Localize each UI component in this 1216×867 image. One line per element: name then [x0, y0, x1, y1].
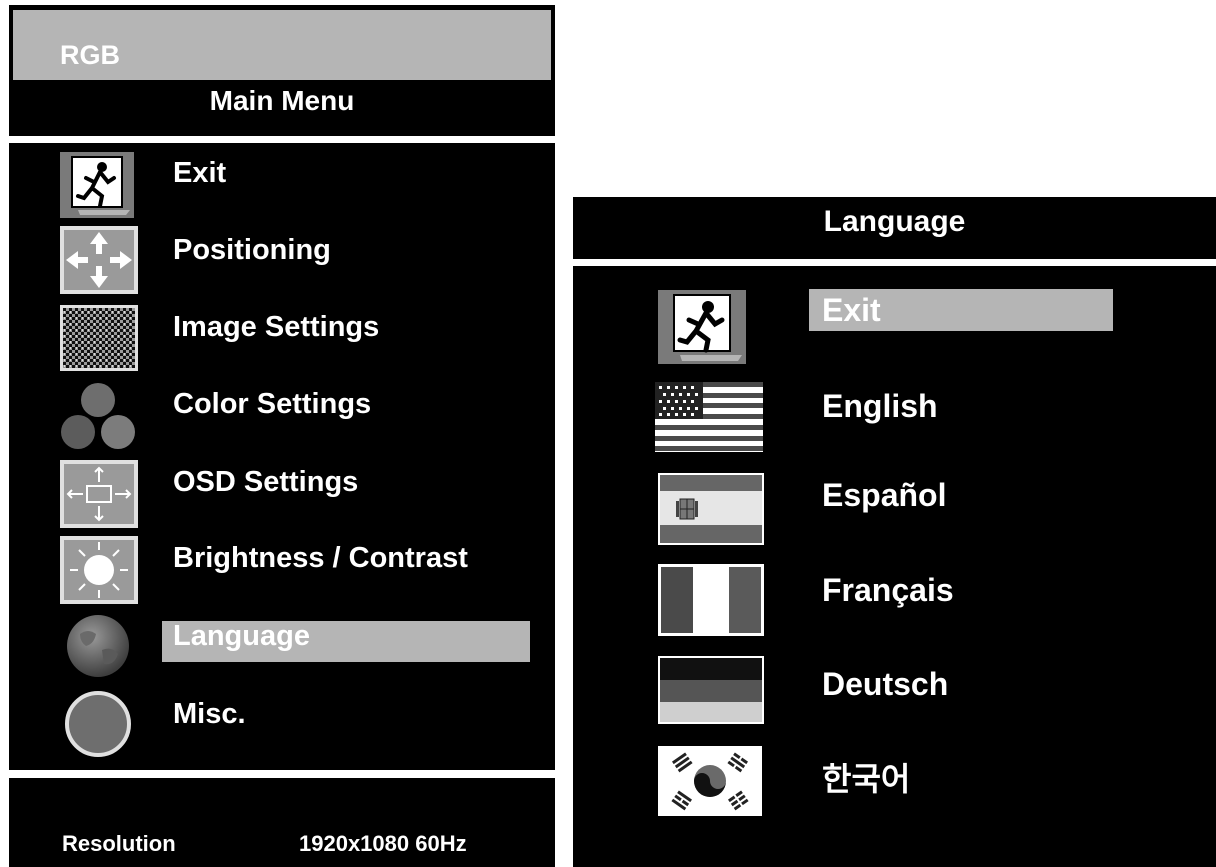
- language-item-francais[interactable]: Français: [658, 564, 1128, 636]
- language-item-korean[interactable]: 한국어: [658, 746, 1128, 818]
- spain-flag-icon: [658, 473, 764, 545]
- language-label: Deutsch: [822, 666, 949, 702]
- menu-item-label: Image Settings: [173, 311, 380, 343]
- france-flag-icon: [658, 564, 764, 636]
- globe-icon: [66, 614, 130, 678]
- misc-circle-icon: [64, 690, 132, 758]
- menu-item-brightness-contrast[interactable]: Brightness / Contrast: [60, 536, 540, 604]
- language-item-deutsch[interactable]: Deutsch: [658, 656, 1128, 728]
- main-menu-title: Main Menu: [209, 85, 355, 116]
- resolution-value: 1920x1080 60Hz: [299, 831, 467, 856]
- image-settings-icon: [60, 305, 138, 371]
- menu-item-label: Misc.: [173, 698, 246, 730]
- positioning-icon: [60, 226, 138, 294]
- korea-flag-icon: [658, 746, 762, 816]
- resolution-label: Resolution: [62, 831, 176, 856]
- brightness-icon: [60, 536, 138, 604]
- menu-item-label: Brightness / Contrast: [173, 542, 468, 574]
- menu-item-image-settings[interactable]: Image Settings: [60, 305, 540, 373]
- menu-item-positioning[interactable]: Positioning: [60, 226, 540, 294]
- menu-item-label: Language: [173, 620, 310, 652]
- exit-icon: [60, 152, 134, 218]
- language-label: Français: [822, 572, 954, 608]
- language-menu-title: Language: [823, 205, 966, 238]
- osd-settings-icon: [60, 460, 138, 528]
- menu-item-label: Positioning: [173, 234, 331, 266]
- menu-item-label: Exit: [173, 157, 227, 189]
- color-settings-icon: [60, 382, 136, 450]
- language-label: English: [822, 388, 938, 424]
- menu-item-exit[interactable]: Exit: [60, 152, 540, 220]
- menu-item-color-settings[interactable]: Color Settings: [60, 382, 540, 450]
- menu-item-osd-settings[interactable]: OSD Settings: [60, 460, 540, 528]
- menu-item-language[interactable]: Language: [60, 614, 540, 682]
- language-label: Español: [822, 477, 947, 513]
- language-label: 한국어: [822, 761, 911, 797]
- menu-item-label: Color Settings: [173, 388, 372, 420]
- menu-item-misc[interactable]: Misc.: [60, 690, 540, 758]
- language-item-exit[interactable]: Exit: [655, 287, 1125, 365]
- input-source-label: RGB: [60, 40, 120, 70]
- language-item-espanol[interactable]: Español: [658, 473, 1128, 545]
- exit-icon: [658, 290, 746, 364]
- germany-flag-icon: [658, 656, 764, 724]
- us-flag-icon: [655, 382, 763, 452]
- menu-item-label: OSD Settings: [173, 466, 359, 498]
- language-label: Exit: [822, 292, 881, 328]
- language-item-english[interactable]: English: [655, 382, 1125, 454]
